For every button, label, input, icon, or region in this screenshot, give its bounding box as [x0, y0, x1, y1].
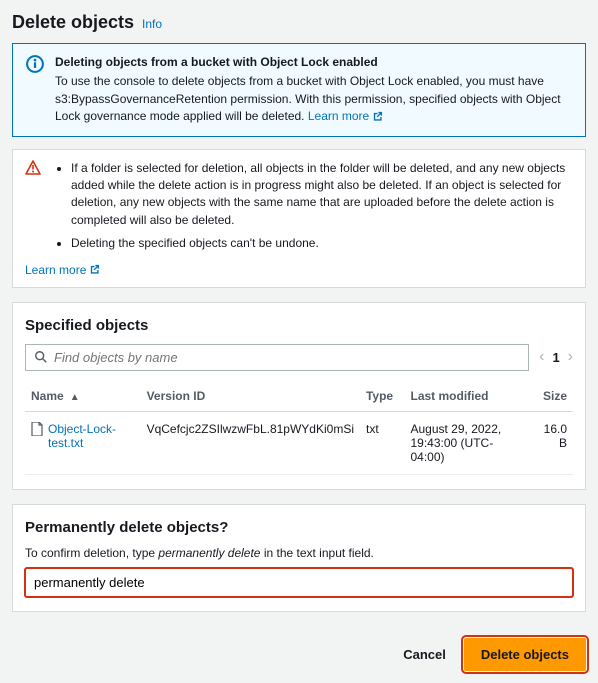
prev-page-button[interactable]: ‹ — [539, 348, 544, 366]
pagination: ‹ 1 › — [539, 348, 573, 366]
next-page-button[interactable]: › — [568, 348, 573, 366]
cell-modified: August 29, 2022, 19:43:00 (UTC-04:00) — [404, 411, 528, 474]
external-link-icon — [372, 111, 383, 122]
search-icon — [34, 350, 48, 364]
info-alert: Deleting objects from a bucket with Obje… — [12, 43, 586, 137]
external-link-icon — [89, 264, 100, 275]
col-modified[interactable]: Last modified — [404, 381, 528, 412]
info-icon — [25, 54, 45, 74]
page-number: 1 — [552, 350, 559, 365]
panel-title: Specified objects — [25, 317, 573, 334]
cell-version: VqCefcjc2ZSIlwzwFbL.81pWYdKi0mSi — [141, 411, 360, 474]
delete-objects-button[interactable]: Delete objects — [464, 638, 586, 671]
confirm-panel: Permanently delete objects? To confirm d… — [12, 504, 586, 612]
confirm-input[interactable] — [25, 568, 573, 597]
cell-type: txt — [360, 411, 405, 474]
warning-icon — [25, 160, 43, 259]
warning-item: Deleting the specified objects can't be … — [71, 235, 573, 252]
table-row: Object-Lock-test.txt VqCefcjc2ZSIlwzwFbL… — [25, 411, 573, 474]
cell-size: 16.0 B — [529, 411, 573, 474]
search-input[interactable] — [54, 350, 520, 365]
confirm-prompt: To confirm deletion, type permanently de… — [25, 546, 573, 560]
learn-more-link[interactable]: Learn more — [25, 263, 100, 277]
info-link[interactable]: Info — [142, 17, 162, 31]
col-size[interactable]: Size — [529, 381, 573, 412]
col-name[interactable]: Name▲ — [25, 381, 141, 412]
object-name-link[interactable]: Object-Lock-test.txt — [31, 422, 135, 450]
warning-item: If a folder is selected for deletion, al… — [71, 160, 573, 230]
col-version[interactable]: Version ID — [141, 381, 360, 412]
warning-box: If a folder is selected for deletion, al… — [12, 149, 586, 288]
col-type[interactable]: Type — [360, 381, 405, 412]
objects-table: Name▲ Version ID Type Last modified Size… — [25, 381, 573, 475]
file-icon — [31, 422, 43, 439]
specified-objects-panel: Specified objects ‹ 1 › Name▲ Version ID… — [12, 302, 586, 490]
confirm-title: Permanently delete objects? — [25, 519, 573, 536]
sort-asc-icon: ▲ — [70, 392, 80, 403]
cancel-button[interactable]: Cancel — [399, 639, 450, 670]
search-input-wrap[interactable] — [25, 344, 529, 371]
learn-more-link[interactable]: Learn more — [308, 108, 383, 125]
alert-title: Deleting objects from a bucket with Obje… — [55, 54, 573, 71]
page-title: Delete objects — [12, 12, 134, 33]
